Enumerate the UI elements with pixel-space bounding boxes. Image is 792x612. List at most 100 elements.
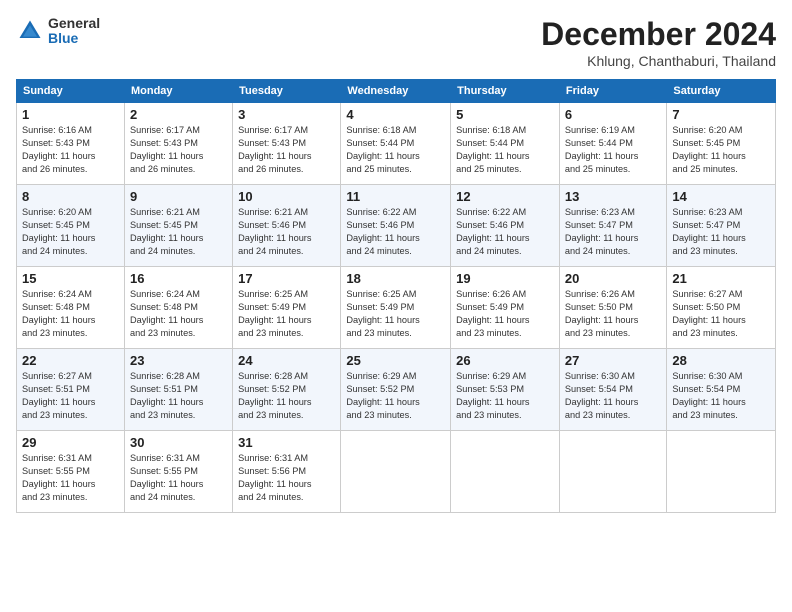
calendar-week-5: 29 Sunrise: 6:31 AM Sunset: 5:55 PM Dayli… [17,431,776,513]
day-number: 15 [22,271,119,286]
day-number: 1 [22,107,119,122]
day-number: 3 [238,107,335,122]
day-info: Sunrise: 6:19 AM Sunset: 5:44 PM Dayligh… [565,124,661,176]
day-info: Sunrise: 6:22 AM Sunset: 5:46 PM Dayligh… [456,206,554,258]
table-row: 8 Sunrise: 6:20 AM Sunset: 5:45 PM Daylig… [17,185,125,267]
day-info: Sunrise: 6:30 AM Sunset: 5:54 PM Dayligh… [672,370,770,422]
header: General Blue December 2024 Khlung, Chant… [16,16,776,69]
table-row: 7Sunrise: 6:20 AM Sunset: 5:45 PM Daylig… [667,103,776,185]
day-number: 16 [130,271,227,286]
table-row: 6 Sunrise: 6:19 AM Sunset: 5:44 PM Daylig… [559,103,666,185]
day-number: 7 [672,107,770,122]
day-info: Sunrise: 6:27 AM Sunset: 5:51 PM Dayligh… [22,370,119,422]
day-number: 19 [456,271,554,286]
table-row: 10 Sunrise: 6:21 AM Sunset: 5:46 PM Dayli… [233,185,341,267]
table-row: 17 Sunrise: 6:25 AM Sunset: 5:49 PM Dayli… [233,267,341,349]
day-number: 11 [346,189,445,204]
col-saturday: Saturday [667,80,776,103]
day-number: 31 [238,435,335,450]
table-row: 15 Sunrise: 6:24 AM Sunset: 5:48 PM Dayli… [17,267,125,349]
day-info: Sunrise: 6:18 AM Sunset: 5:44 PM Dayligh… [456,124,554,176]
table-row: 28 Sunrise: 6:30 AM Sunset: 5:54 PM Dayli… [667,349,776,431]
day-number: 26 [456,353,554,368]
day-number: 27 [565,353,661,368]
day-info: Sunrise: 6:26 AM Sunset: 5:49 PM Dayligh… [456,288,554,340]
table-row: 3Sunrise: 6:17 AM Sunset: 5:43 PM Daylig… [233,103,341,185]
table-row: 22 Sunrise: 6:27 AM Sunset: 5:51 PM Dayli… [17,349,125,431]
day-info: Sunrise: 6:23 AM Sunset: 5:47 PM Dayligh… [672,206,770,258]
table-row: 5Sunrise: 6:18 AM Sunset: 5:44 PM Daylig… [451,103,560,185]
day-info: Sunrise: 6:29 AM Sunset: 5:52 PM Dayligh… [346,370,445,422]
table-row: 30 Sunrise: 6:31 AM Sunset: 5:55 PM Dayli… [124,431,232,513]
day-number: 6 [565,107,661,122]
logo-blue-text: Blue [48,31,100,46]
location-subtitle: Khlung, Chanthaburi, Thailand [541,53,776,69]
day-number: 12 [456,189,554,204]
table-row: 12 Sunrise: 6:22 AM Sunset: 5:46 PM Dayli… [451,185,560,267]
day-info: Sunrise: 6:27 AM Sunset: 5:50 PM Dayligh… [672,288,770,340]
table-row: 24Sunrise: 6:28 AM Sunset: 5:52 PM Dayli… [233,349,341,431]
day-info: Sunrise: 6:31 AM Sunset: 5:55 PM Dayligh… [22,452,119,504]
day-info: Sunrise: 6:31 AM Sunset: 5:56 PM Dayligh… [238,452,335,504]
calendar-week-1: 1 Sunrise: 6:16 AM Sunset: 5:43 PM Daylig… [17,103,776,185]
day-info: Sunrise: 6:22 AM Sunset: 5:46 PM Dayligh… [346,206,445,258]
logo-text: General Blue [48,16,100,47]
title-block: December 2024 Khlung, Chanthaburi, Thail… [541,16,776,69]
calendar-header-row: Sunday Monday Tuesday Wednesday Thursday… [17,80,776,103]
calendar-week-2: 8 Sunrise: 6:20 AM Sunset: 5:45 PM Daylig… [17,185,776,267]
day-info: Sunrise: 6:21 AM Sunset: 5:46 PM Dayligh… [238,206,335,258]
table-row: 19 Sunrise: 6:26 AM Sunset: 5:49 PM Dayli… [451,267,560,349]
table-row: 13Sunrise: 6:23 AM Sunset: 5:47 PM Dayli… [559,185,666,267]
table-row: 31 Sunrise: 6:31 AM Sunset: 5:56 PM Dayli… [233,431,341,513]
day-number: 17 [238,271,335,286]
day-number: 22 [22,353,119,368]
table-row: 11 Sunrise: 6:22 AM Sunset: 5:46 PM Dayli… [341,185,451,267]
table-row [451,431,560,513]
day-info: Sunrise: 6:25 AM Sunset: 5:49 PM Dayligh… [238,288,335,340]
day-info: Sunrise: 6:16 AM Sunset: 5:43 PM Dayligh… [22,124,119,176]
table-row [341,431,451,513]
table-row: 1 Sunrise: 6:16 AM Sunset: 5:43 PM Daylig… [17,103,125,185]
day-info: Sunrise: 6:21 AM Sunset: 5:45 PM Dayligh… [130,206,227,258]
table-row: 27 Sunrise: 6:30 AM Sunset: 5:54 PM Dayli… [559,349,666,431]
day-info: Sunrise: 6:29 AM Sunset: 5:53 PM Dayligh… [456,370,554,422]
day-info: Sunrise: 6:17 AM Sunset: 5:43 PM Dayligh… [130,124,227,176]
day-number: 28 [672,353,770,368]
day-info: Sunrise: 6:23 AM Sunset: 5:47 PM Dayligh… [565,206,661,258]
logo: General Blue [16,16,100,47]
table-row: 26 Sunrise: 6:29 AM Sunset: 5:53 PM Dayli… [451,349,560,431]
day-number: 21 [672,271,770,286]
day-number: 25 [346,353,445,368]
day-number: 18 [346,271,445,286]
day-info: Sunrise: 6:24 AM Sunset: 5:48 PM Dayligh… [22,288,119,340]
table-row: 29 Sunrise: 6:31 AM Sunset: 5:55 PM Dayli… [17,431,125,513]
table-row: 25 Sunrise: 6:29 AM Sunset: 5:52 PM Dayli… [341,349,451,431]
day-number: 29 [22,435,119,450]
logo-icon [16,17,44,45]
calendar-table: Sunday Monday Tuesday Wednesday Thursday… [16,79,776,513]
table-row: 23Sunrise: 6:28 AM Sunset: 5:51 PM Dayli… [124,349,232,431]
day-info: Sunrise: 6:31 AM Sunset: 5:55 PM Dayligh… [130,452,227,504]
day-info: Sunrise: 6:26 AM Sunset: 5:50 PM Dayligh… [565,288,661,340]
table-row: 9Sunrise: 6:21 AM Sunset: 5:45 PM Daylig… [124,185,232,267]
day-info: Sunrise: 6:20 AM Sunset: 5:45 PM Dayligh… [22,206,119,258]
day-number: 8 [22,189,119,204]
table-row: 4 Sunrise: 6:18 AM Sunset: 5:44 PM Daylig… [341,103,451,185]
day-number: 20 [565,271,661,286]
day-info: Sunrise: 6:18 AM Sunset: 5:44 PM Dayligh… [346,124,445,176]
day-number: 4 [346,107,445,122]
col-thursday: Thursday [451,80,560,103]
day-info: Sunrise: 6:30 AM Sunset: 5:54 PM Dayligh… [565,370,661,422]
day-info: Sunrise: 6:28 AM Sunset: 5:51 PM Dayligh… [130,370,227,422]
col-sunday: Sunday [17,80,125,103]
day-number: 14 [672,189,770,204]
day-number: 10 [238,189,335,204]
page-container: General Blue December 2024 Khlung, Chant… [0,0,792,612]
table-row: 20 Sunrise: 6:26 AM Sunset: 5:50 PM Dayli… [559,267,666,349]
table-row [667,431,776,513]
day-number: 30 [130,435,227,450]
logo-general-text: General [48,16,100,31]
day-number: 24 [238,353,335,368]
day-info: Sunrise: 6:24 AM Sunset: 5:48 PM Dayligh… [130,288,227,340]
table-row: 14 Sunrise: 6:23 AM Sunset: 5:47 PM Dayli… [667,185,776,267]
